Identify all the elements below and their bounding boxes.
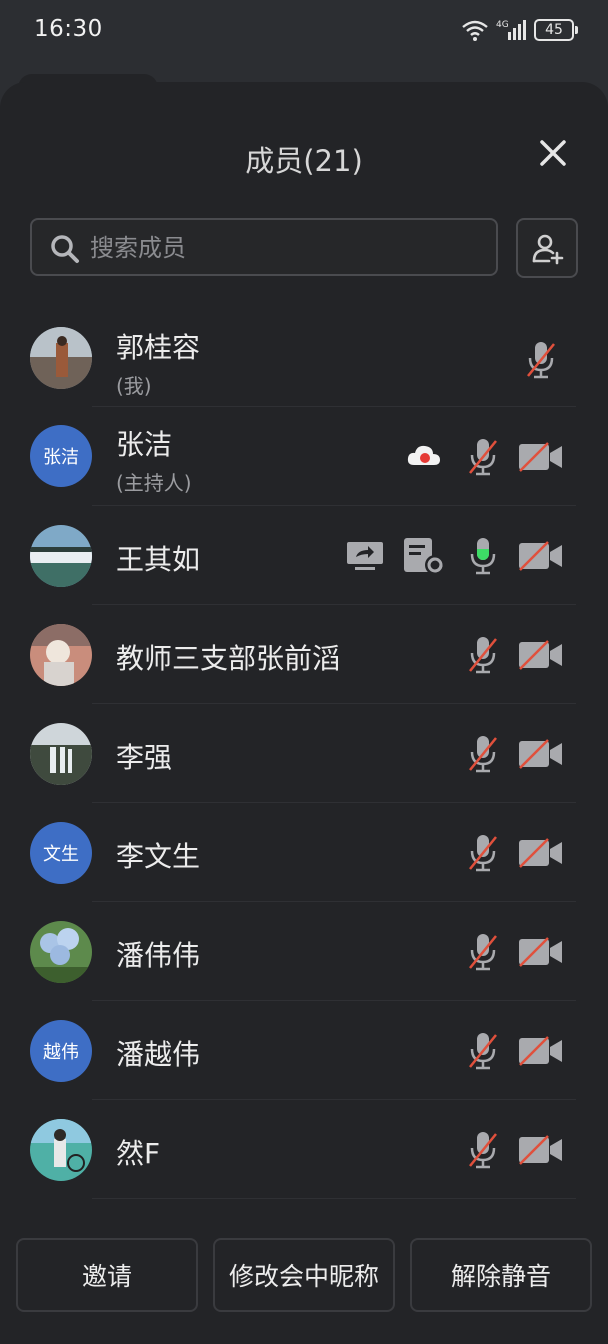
camera-off-icon[interactable] — [518, 540, 564, 572]
camera-off-icon[interactable] — [518, 837, 564, 869]
avatar — [30, 525, 92, 587]
avatar — [30, 624, 92, 686]
invite-button[interactable]: 邀请 — [16, 1238, 198, 1312]
add-user-icon — [532, 234, 564, 265]
close-button[interactable] — [534, 134, 572, 172]
search-box[interactable] — [30, 218, 498, 276]
camera-off-icon[interactable] — [518, 1035, 564, 1067]
mic-muted-icon[interactable] — [466, 1031, 500, 1071]
member-role: (主持人) — [116, 471, 192, 495]
member-row[interactable]: 教师三支部张前滔 — [0, 605, 608, 704]
member-name: 李强 — [116, 741, 173, 774]
wifi-icon — [462, 20, 488, 41]
document-share-icon — [404, 538, 445, 575]
avatar: 越伟 — [30, 1020, 92, 1082]
cloud-record-icon — [407, 445, 440, 465]
camera-off-icon[interactable] — [518, 1134, 564, 1166]
member-row[interactable]: 张洁 张洁 (主持人) — [0, 407, 608, 506]
mic-muted-icon[interactable] — [466, 932, 500, 972]
member-row[interactable]: 越伟 潘越伟 — [0, 1001, 608, 1100]
member-name: 然F — [116, 1137, 161, 1170]
mic-muted-icon[interactable] — [466, 833, 500, 873]
avatar — [30, 327, 92, 389]
mic-muted-icon[interactable] — [466, 734, 500, 774]
status-bar: 16:30 4G 45 — [0, 0, 608, 62]
add-member-button[interactable] — [516, 218, 578, 278]
status-icons: 4G 45 — [460, 16, 578, 44]
avatar — [30, 1119, 92, 1181]
search-input[interactable] — [88, 228, 482, 268]
camera-off-icon[interactable] — [518, 738, 564, 770]
mic-muted-icon[interactable] — [524, 340, 558, 380]
member-name: 潘越伟 — [116, 1038, 201, 1071]
unmute-button[interactable]: 解除静音 — [410, 1238, 592, 1312]
page-title: 成员(21) — [245, 144, 363, 178]
avatar — [30, 921, 92, 983]
member-row[interactable]: 潘伟伟 — [0, 902, 608, 1001]
member-row[interactable]: 然F — [0, 1100, 608, 1199]
mic-muted-icon[interactable] — [466, 635, 500, 675]
avatar — [30, 723, 92, 785]
member-name: 李文生 — [116, 840, 201, 873]
member-row[interactable]: 王其如 — [0, 506, 608, 605]
member-name: 张洁 — [116, 428, 173, 461]
status-time: 16:30 — [34, 16, 103, 42]
camera-off-icon[interactable] — [518, 441, 564, 473]
member-name: 郭桂容 — [116, 331, 201, 364]
network-type-label: 4G — [496, 20, 509, 30]
battery-icon: 45 — [534, 19, 578, 41]
avatar: 张洁 — [30, 425, 92, 487]
close-icon — [540, 140, 566, 166]
camera-off-icon[interactable] — [518, 639, 564, 671]
screen-share-icon — [347, 542, 383, 570]
member-role: (我) — [116, 374, 152, 398]
member-row[interactable]: 郭桂容 (我) — [0, 308, 608, 407]
divider — [92, 1198, 576, 1199]
member-name: 教师三支部张前滔 — [116, 642, 341, 675]
search-icon — [51, 235, 79, 263]
mic-active-icon[interactable] — [466, 536, 500, 576]
member-name: 王其如 — [116, 543, 201, 576]
cellular-signal-icon: 4G — [496, 20, 526, 40]
member-row[interactable]: 李强 — [0, 704, 608, 803]
mic-muted-icon[interactable] — [466, 1130, 500, 1170]
mic-muted-icon[interactable] — [466, 437, 500, 477]
member-name: 潘伟伟 — [116, 939, 201, 972]
avatar: 文生 — [30, 822, 92, 884]
rename-nickname-button[interactable]: 修改会中昵称 — [213, 1238, 395, 1312]
member-row[interactable]: 文生 李文生 — [0, 803, 608, 902]
camera-off-icon[interactable] — [518, 936, 564, 968]
